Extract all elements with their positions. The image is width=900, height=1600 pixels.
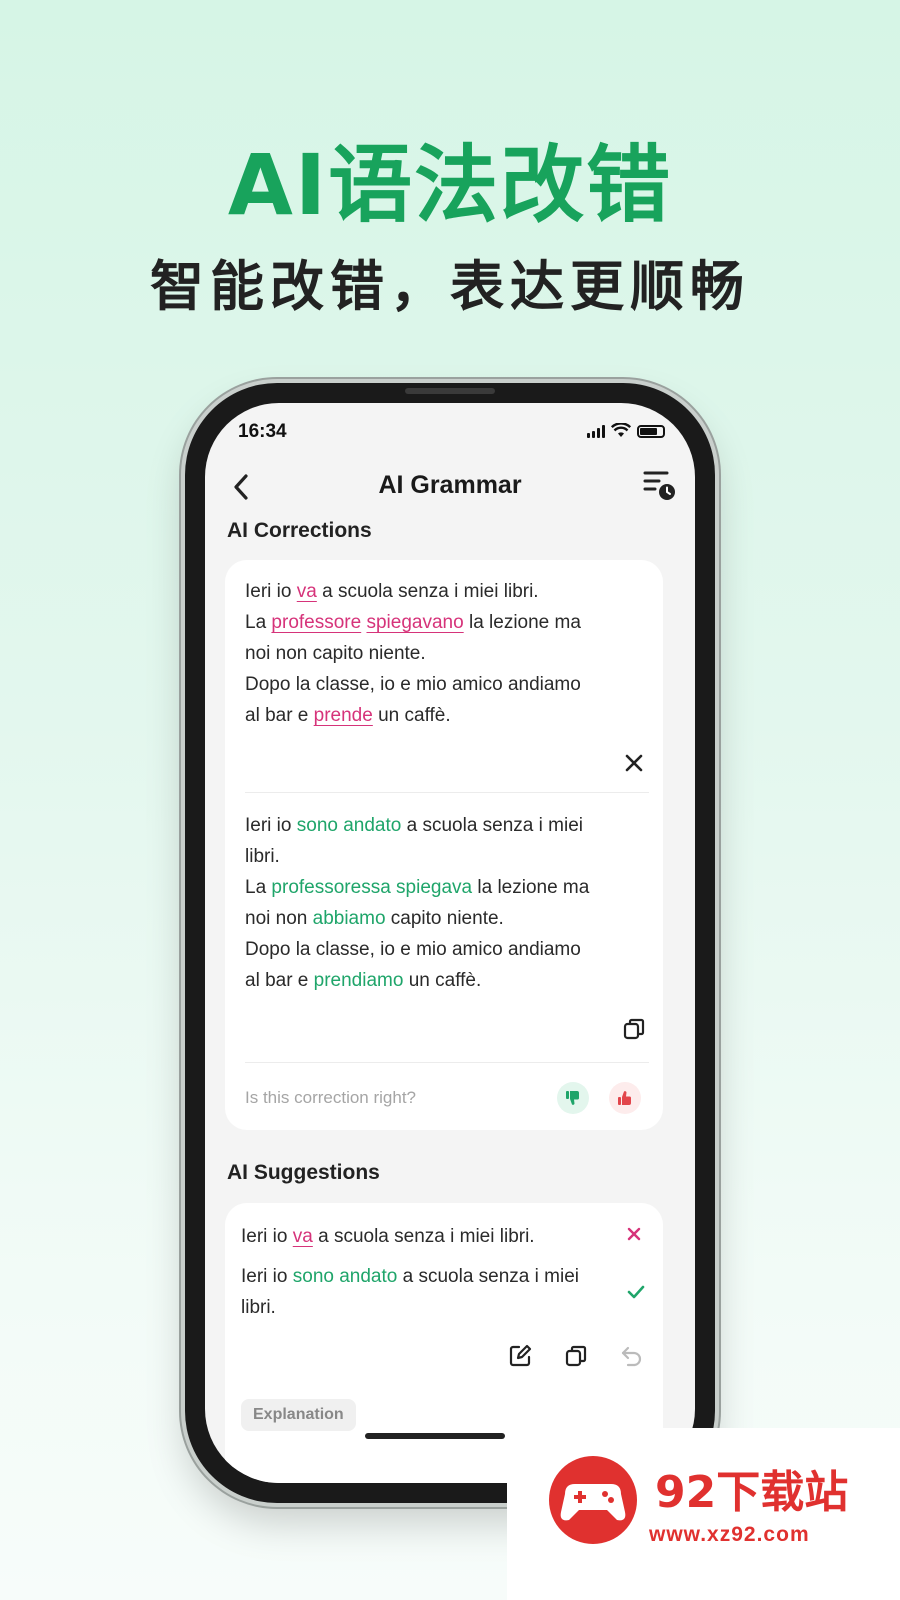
fix-word: abbiamo [312, 908, 386, 929]
thumb-down-icon [566, 1091, 579, 1105]
wifi-icon [611, 423, 631, 437]
page-title: AI Grammar [378, 471, 522, 499]
status-time: 16:34 [238, 421, 287, 442]
watermark-url: www.xz92.com [649, 1523, 810, 1546]
phone-speaker [405, 388, 495, 394]
error-word: professore [271, 612, 362, 633]
gamepad-logo-icon [549, 1456, 637, 1544]
nav-bar: AI Grammar [205, 463, 695, 513]
close-icon [627, 1227, 641, 1241]
battery-icon [637, 425, 665, 438]
fix-word: professoressa spiegava [271, 877, 473, 898]
suggestion-wrong-text[interactable]: Ieri io va a scuola senza i miei libri. [241, 1221, 631, 1252]
signal-icon [587, 425, 605, 438]
suggestion-right-text[interactable]: Ieri io sono andato a scuola senza i mie… [241, 1261, 631, 1323]
copy-icon[interactable] [621, 1016, 647, 1042]
edit-icon[interactable] [507, 1343, 533, 1369]
promo-title: AI语法改错 [227, 136, 673, 234]
error-word: prende [313, 705, 373, 726]
fix-word: prendiamo [313, 970, 404, 991]
thumb-up-icon [618, 1091, 631, 1105]
fix-word: sono andato [292, 1266, 398, 1287]
status-icons [587, 423, 665, 438]
divider [245, 1062, 649, 1063]
thumb-down-button[interactable] [557, 1082, 589, 1114]
check-icon [627, 1285, 645, 1299]
app-screen: 16:34 AI Grammar AI Corrections Ieri io … [205, 403, 695, 1483]
thumb-up-button[interactable] [609, 1082, 641, 1114]
close-icon[interactable] [621, 750, 647, 776]
corrected-text[interactable]: Ieri io sono andato a scuola senza i mie… [245, 810, 655, 996]
promo-subtitle: 智能改错，表达更顺畅 [150, 255, 750, 318]
original-text[interactable]: Ieri io va a scuola senza i miei libri. … [245, 576, 655, 731]
divider [245, 792, 649, 793]
undo-icon[interactable] [619, 1343, 645, 1369]
corrections-heading: AI Corrections [227, 519, 372, 542]
history-icon[interactable] [641, 467, 677, 503]
explanation-tag[interactable]: Explanation [241, 1399, 356, 1431]
home-indicator [365, 1433, 505, 1439]
watermark-brand: 92下载站 [655, 1467, 849, 1518]
feedback-question: Is this correction right? [245, 1088, 417, 1107]
watermark: 92下载站 www.xz92.com [507, 1428, 900, 1600]
suggestions-heading: AI Suggestions [227, 1161, 380, 1184]
copy-icon[interactable] [563, 1343, 589, 1369]
error-word: va [292, 1226, 313, 1247]
fix-word: sono andato [296, 815, 402, 836]
error-word: spiegavano [366, 612, 464, 633]
error-word: va [296, 581, 317, 602]
back-icon[interactable] [227, 469, 257, 505]
corrections-card: Ieri io va a scuola senza i miei libri. … [225, 560, 663, 1130]
